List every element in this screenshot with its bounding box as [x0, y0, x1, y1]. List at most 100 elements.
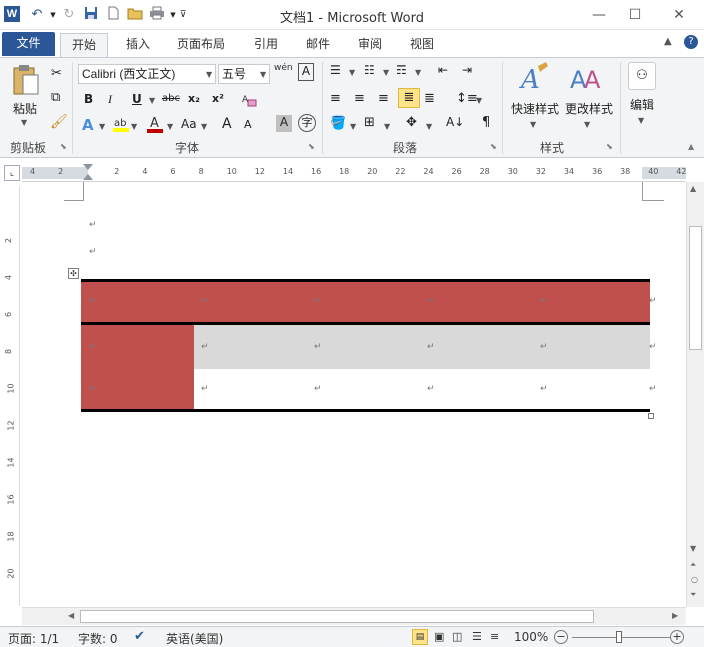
- hscroll-thumb[interactable]: [80, 610, 594, 623]
- highlight-dropdown-icon[interactable]: ▼: [131, 122, 137, 131]
- multilevel-list-icon[interactable]: ☶: [396, 63, 407, 77]
- editing-button[interactable]: 编辑: [624, 96, 660, 113]
- tab-page-layout[interactable]: 页面布局: [168, 33, 234, 57]
- table-first-column[interactable]: [81, 325, 194, 411]
- borders-icon[interactable]: ⊞: [364, 115, 375, 130]
- subscript-button[interactable]: x₂: [188, 92, 200, 105]
- minimize-ribbon-icon[interactable]: ▲: [664, 36, 672, 47]
- close-button[interactable]: ✕: [664, 4, 694, 26]
- change-case-dropdown-icon[interactable]: ▼: [201, 122, 207, 131]
- table-resize-handle[interactable]: [648, 413, 654, 419]
- text-effects-icon[interactable]: A: [82, 116, 94, 134]
- maximize-button[interactable]: ☐: [620, 4, 650, 26]
- align-left-icon[interactable]: ≡: [330, 91, 341, 106]
- underline-dropdown-icon[interactable]: ▼: [149, 96, 155, 105]
- distributed-icon[interactable]: ≣: [424, 91, 435, 106]
- align-right-icon[interactable]: ≡: [378, 91, 389, 106]
- font-color-icon[interactable]: A: [146, 115, 164, 133]
- document-page[interactable]: ↵ ↵ ✣ ↵ ↵ ↵ ↵ ↵ ↵ ↵ ↵ ↵ ↵ ↵ ↵ ↵ ↵ ↵ ↵ ↵ ↵: [22, 182, 684, 607]
- hanging-indent-marker[interactable]: [83, 174, 93, 180]
- tab-review[interactable]: 审阅: [350, 33, 390, 57]
- proofing-icon[interactable]: ✔: [134, 629, 145, 644]
- browse-object-icon[interactable]: ○: [691, 575, 698, 584]
- zoom-slider-thumb[interactable]: [616, 631, 622, 643]
- editing-dropdown-icon[interactable]: ▼: [638, 116, 644, 125]
- decrease-indent-icon[interactable]: ⇤: [438, 63, 448, 77]
- scroll-up-icon[interactable]: ▲: [690, 184, 696, 193]
- change-styles-icon[interactable]: AA: [570, 62, 602, 94]
- font-size-dropdown-icon[interactable]: ▼: [260, 70, 266, 79]
- table[interactable]: ↵ ↵ ↵ ↵ ↵ ↵ ↵ ↵ ↵ ↵ ↵ ↵ ↵ ↵ ↵ ↵ ↵ ↵: [81, 279, 657, 419]
- tab-references[interactable]: 引用: [246, 33, 286, 57]
- paste-icon[interactable]: [11, 63, 41, 97]
- clipboard-launcher-icon[interactable]: ⬊: [60, 142, 67, 151]
- scroll-right-icon[interactable]: ▶: [672, 611, 678, 620]
- tab-home[interactable]: 开始: [60, 33, 108, 57]
- numbering-dropdown-icon[interactable]: ▼: [383, 68, 389, 77]
- highlight-icon[interactable]: ab: [112, 115, 130, 133]
- change-case-button[interactable]: Aa: [181, 117, 197, 131]
- vertical-scrollbar[interactable]: ▲ ▼ ⏶ ○ ⏷: [686, 182, 704, 607]
- first-line-indent-marker[interactable]: [83, 164, 93, 170]
- format-painter-icon[interactable]: 🖌: [50, 114, 68, 130]
- page-count[interactable]: 页面: 1/1: [8, 630, 59, 647]
- word-count[interactable]: 字数: 0: [78, 630, 118, 647]
- paste-dropdown-icon[interactable]: ▼: [21, 118, 27, 127]
- tab-view[interactable]: 视图: [402, 33, 442, 57]
- minimize-button[interactable]: —: [584, 4, 614, 26]
- font-launcher-icon[interactable]: ⬊: [308, 142, 315, 151]
- cut-icon[interactable]: ✂: [51, 66, 62, 81]
- quick-styles-icon[interactable]: A: [518, 62, 550, 95]
- font-name-select[interactable]: Calibri (西文正文): [78, 64, 216, 84]
- shrink-font-button[interactable]: A: [244, 118, 252, 131]
- copy-icon[interactable]: ⧉: [51, 90, 60, 105]
- print-layout-view-icon[interactable]: ▤: [412, 629, 428, 645]
- zoom-level[interactable]: 100%: [514, 630, 548, 644]
- shading-dropdown-icon[interactable]: ▼: [350, 122, 356, 131]
- draft-view-icon[interactable]: ≡: [490, 630, 499, 643]
- find-binoculars-icon[interactable]: ⚇: [628, 62, 656, 90]
- strikethrough-button[interactable]: abc: [162, 93, 180, 104]
- shading-icon[interactable]: 🪣: [330, 116, 346, 131]
- multilevel-dropdown-icon[interactable]: ▼: [415, 68, 421, 77]
- enclose-characters-icon[interactable]: 字: [298, 114, 316, 132]
- ribbon-scroll-icon[interactable]: ▲: [688, 142, 694, 151]
- outline-view-icon[interactable]: ☰: [472, 630, 482, 643]
- zoom-in-icon[interactable]: +: [670, 630, 684, 644]
- character-border-button[interactable]: A: [298, 63, 314, 81]
- underline-button[interactable]: U: [132, 92, 142, 106]
- horizontal-ruler[interactable]: 4 2 2 4 6 8 10 12 14 16 18 20 22 24 26 28 30 32 34 36 38 40 42: [22, 164, 686, 182]
- grow-font-button[interactable]: A: [222, 116, 232, 132]
- italic-button[interactable]: I: [108, 92, 112, 107]
- prev-page-icon[interactable]: ⏶: [690, 560, 696, 570]
- tab-file[interactable]: 文件: [2, 32, 55, 56]
- text-effects-dropdown-icon[interactable]: ▼: [99, 122, 105, 131]
- align-center-icon[interactable]: ≡: [354, 91, 365, 106]
- scroll-down-icon[interactable]: ▼: [690, 544, 696, 553]
- font-name-dropdown-icon[interactable]: ▼: [206, 70, 212, 79]
- paragraph-launcher-icon[interactable]: ⬊: [490, 142, 497, 151]
- scroll-thumb[interactable]: [689, 226, 702, 350]
- change-styles-button[interactable]: 更改样式: [562, 100, 616, 117]
- language-indicator[interactable]: 英语(美国): [166, 630, 223, 647]
- ruler-toggle-button[interactable]: ⌞: [4, 165, 20, 181]
- show-hide-marks-icon[interactable]: ¶: [482, 115, 490, 130]
- justify-icon[interactable]: ≣: [398, 88, 420, 108]
- web-layout-view-icon[interactable]: ◫: [452, 630, 462, 643]
- bullets-icon[interactable]: ☰: [330, 63, 341, 77]
- bullets-dropdown-icon[interactable]: ▼: [349, 68, 355, 77]
- quick-styles-dropdown-icon[interactable]: ▼: [530, 120, 536, 129]
- chinese-layout-dropdown-icon[interactable]: ▼: [426, 122, 432, 131]
- change-styles-dropdown-icon[interactable]: ▼: [584, 120, 590, 129]
- superscript-button[interactable]: x²: [212, 92, 224, 105]
- bold-button[interactable]: B: [84, 92, 93, 106]
- clear-formatting-icon[interactable]: A: [240, 91, 258, 109]
- styles-launcher-icon[interactable]: ⬊: [606, 142, 613, 151]
- help-icon[interactable]: ?: [684, 35, 698, 49]
- tab-insert[interactable]: 插入: [118, 33, 158, 57]
- table-move-handle-icon[interactable]: ✣: [68, 268, 79, 279]
- phonetic-guide-button[interactable]: wén: [274, 63, 293, 73]
- full-screen-view-icon[interactable]: ▣: [434, 630, 444, 643]
- horizontal-scrollbar[interactable]: ◀ ▶: [22, 607, 686, 625]
- tab-mailings[interactable]: 邮件: [298, 33, 338, 57]
